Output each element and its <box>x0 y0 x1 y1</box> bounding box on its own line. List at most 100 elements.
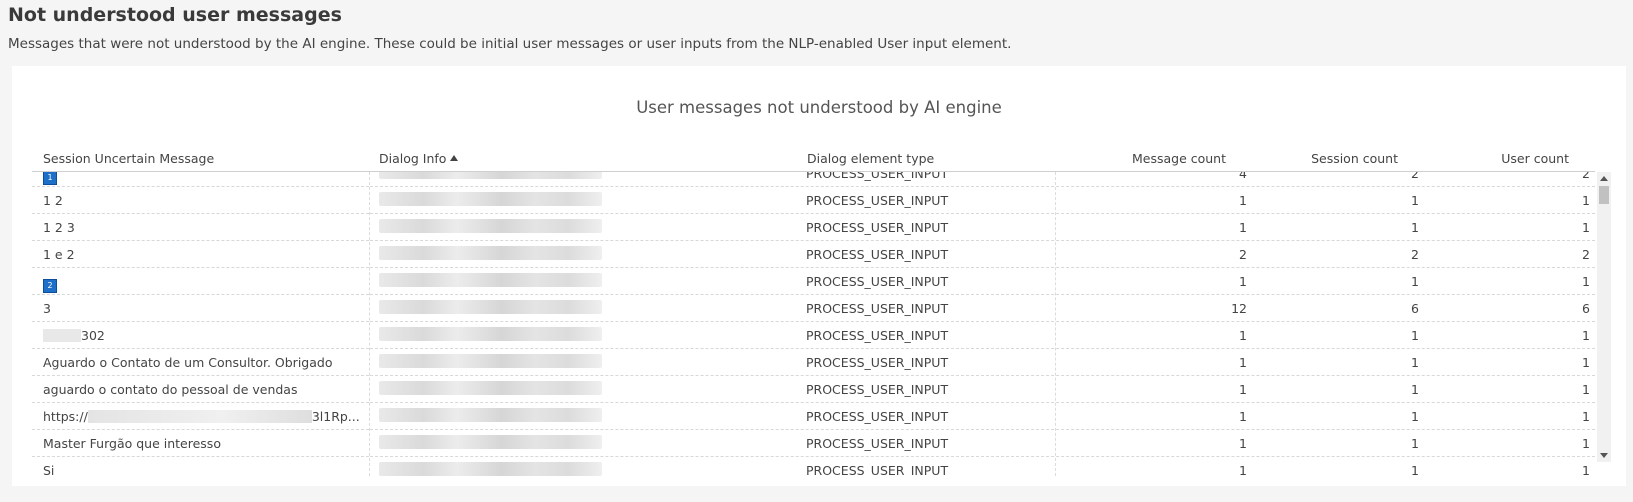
cell-session-count: 1 <box>1411 274 1419 289</box>
cell-message: 3 <box>43 301 373 316</box>
cell-dialog-info-redacted <box>379 381 602 395</box>
cell-dialog-info-redacted <box>379 462 602 476</box>
table-header: Session Uncertain Message Dialog Info Di… <box>32 145 1595 172</box>
cell-element-type: PROCESS_USER_INPUT <box>806 301 949 316</box>
cell-user-count: 1 <box>1582 193 1590 208</box>
column-header-message[interactable]: Session Uncertain Message <box>43 151 214 166</box>
table-body[interactable]: 1 PROCESS_USER_INPUT 4 2 2 1 2 PROCESS_USER_IN… <box>32 172 1595 476</box>
cell-element-type: PROCESS_USER_INPUT <box>806 193 949 208</box>
cell-element-type: PROCESS_USER_INPUT <box>806 172 949 181</box>
column-header-dialog-info[interactable]: Dialog Info <box>379 151 459 166</box>
table-row[interactable]: 3 PROCESS_USER_INPUT 12 6 6 <box>32 294 1595 322</box>
table-row[interactable]: 1 PROCESS_USER_INPUT 4 2 2 <box>32 172 1595 187</box>
table-row[interactable]: Master Furgão que interesso PROCESS_USER_… <box>32 429 1595 457</box>
cell-user-count: 1 <box>1582 409 1590 424</box>
column-header-element-type-label: Dialog element type <box>807 151 935 166</box>
cell-message-count: 1 <box>1239 409 1247 424</box>
cell-message-count: 1 <box>1239 193 1247 208</box>
cell-message-text: Si <box>43 463 55 476</box>
cell-element-type: PROCESS_USER_INPUT <box>806 220 949 235</box>
table-row[interactable]: Si PROCESS_USER_INPUT 1 1 1 <box>32 456 1595 476</box>
cell-message-text: Master Furgão que interesso <box>43 436 221 451</box>
cell-session-count: 1 <box>1411 382 1419 397</box>
cell-dialog-info-redacted <box>379 408 602 422</box>
cell-session-count: 1 <box>1411 193 1419 208</box>
redacted-text <box>43 329 81 342</box>
cell-dialog-info-redacted <box>379 192 602 206</box>
column-header-dialog-info-label: Dialog Info <box>379 151 447 166</box>
cell-user-count: 1 <box>1582 355 1590 370</box>
cell-user-count: 2 <box>1582 247 1590 262</box>
column-header-message-count-label: Message count <box>1131 151 1226 166</box>
table-row[interactable]: aguardo o contato do pessoal de vendas PR… <box>32 375 1595 403</box>
scroll-up-arrow-icon[interactable] <box>1600 176 1608 181</box>
column-header-element-type[interactable]: Dialog element type <box>807 151 934 166</box>
cell-dialog-info-redacted <box>379 172 602 179</box>
cell-element-type: PROCESS_USER_INPUT <box>806 355 949 370</box>
cell-dialog-info-redacted <box>379 273 602 287</box>
table-row[interactable]: 302 PROCESS_USER_INPUT 1 1 1 <box>32 321 1595 349</box>
cell-message: 1 <box>43 172 373 185</box>
column-header-message-count[interactable]: Message count <box>1132 151 1226 166</box>
cell-session-count: 1 <box>1411 328 1419 343</box>
cell-element-type: PROCESS_USER_INPUT <box>806 328 949 343</box>
table-card: User messages not understood by AI engin… <box>12 66 1626 486</box>
table-row[interactable]: https:// 3l1Rp... PROCESS_USER_INPUT 1 1 1 <box>32 402 1595 430</box>
cell-dialog-info-redacted <box>379 354 602 368</box>
cell-user-count: 1 <box>1582 274 1590 289</box>
cell-message-text: https:// <box>43 409 88 424</box>
cell-message-count: 1 <box>1239 463 1247 476</box>
column-header-user-count[interactable]: User count <box>1501 151 1569 166</box>
cell-message: 1 2 3 <box>43 220 373 235</box>
cell-message-text: 3 <box>43 301 51 316</box>
cell-message-count: 1 <box>1239 220 1247 235</box>
cell-session-count: 1 <box>1411 220 1419 235</box>
page-title: Not understood user messages <box>8 4 342 26</box>
cell-dialog-info-redacted <box>379 327 602 341</box>
redacted-text <box>87 410 312 423</box>
column-header-session-count[interactable]: Session count <box>1311 151 1398 166</box>
cell-message: aguardo o contato do pessoal de vendas <box>43 382 373 397</box>
table-row[interactable]: 2 PROCESS_USER_INPUT 1 1 1 <box>32 267 1595 295</box>
cell-element-type: PROCESS_USER_INPUT <box>806 274 949 289</box>
cell-user-count: 1 <box>1582 220 1590 235</box>
table-row[interactable]: 1 2 3 PROCESS_USER_INPUT 1 1 1 <box>32 213 1595 241</box>
keycap-emoji-icon: 2 <box>43 279 57 293</box>
cell-message-count: 4 <box>1239 172 1247 181</box>
table-row[interactable]: 1 2 PROCESS_USER_INPUT 1 1 1 <box>32 186 1595 214</box>
cell-message: 1 2 <box>43 193 373 208</box>
cell-user-count: 1 <box>1582 463 1590 476</box>
cell-message-count: 1 <box>1239 274 1247 289</box>
cell-user-count: 1 <box>1582 436 1590 451</box>
cell-message: 2 <box>43 274 373 293</box>
cell-message-suffix: 3l1Rp... <box>311 409 360 424</box>
cell-session-count: 2 <box>1411 172 1419 181</box>
cell-message-text: aguardo o contato do pessoal de vendas <box>43 382 298 397</box>
cell-user-count: 1 <box>1582 382 1590 397</box>
cell-message-text: 302 <box>81 328 105 343</box>
cell-dialog-info-redacted <box>379 246 602 260</box>
cell-session-count: 1 <box>1411 436 1419 451</box>
cell-user-count: 1 <box>1582 328 1590 343</box>
scroll-thumb[interactable] <box>1599 186 1609 204</box>
cell-user-count: 6 <box>1582 301 1590 316</box>
cell-message-text: Aguardo o Contato de um Consultor. Obrig… <box>43 355 333 370</box>
table-title: User messages not understood by AI engin… <box>636 98 1002 117</box>
cell-message: Si <box>43 463 373 476</box>
cell-message-count: 1 <box>1239 355 1247 370</box>
cell-element-type: PROCESS_USER_INPUT <box>806 436 949 451</box>
cell-session-count: 2 <box>1411 247 1419 262</box>
cell-message: https:// 3l1Rp... <box>43 409 373 424</box>
vertical-scrollbar[interactable] <box>1597 172 1611 462</box>
cell-message-count: 12 <box>1231 301 1247 316</box>
cell-message: 1 e 2 <box>43 247 373 262</box>
column-header-message-label: Session Uncertain Message <box>43 151 215 166</box>
cell-session-count: 6 <box>1411 301 1419 316</box>
cell-dialog-info-redacted <box>379 300 602 314</box>
table-row[interactable]: Aguardo o Contato de um Consultor. Obrig… <box>32 348 1595 376</box>
cell-element-type: PROCESS_USER_INPUT <box>806 247 949 262</box>
column-header-session-count-label: Session count <box>1311 151 1398 166</box>
scroll-down-arrow-icon[interactable] <box>1600 453 1608 458</box>
table-row[interactable]: 1 e 2 PROCESS_USER_INPUT 2 2 2 <box>32 240 1595 268</box>
cell-session-count: 1 <box>1411 409 1419 424</box>
